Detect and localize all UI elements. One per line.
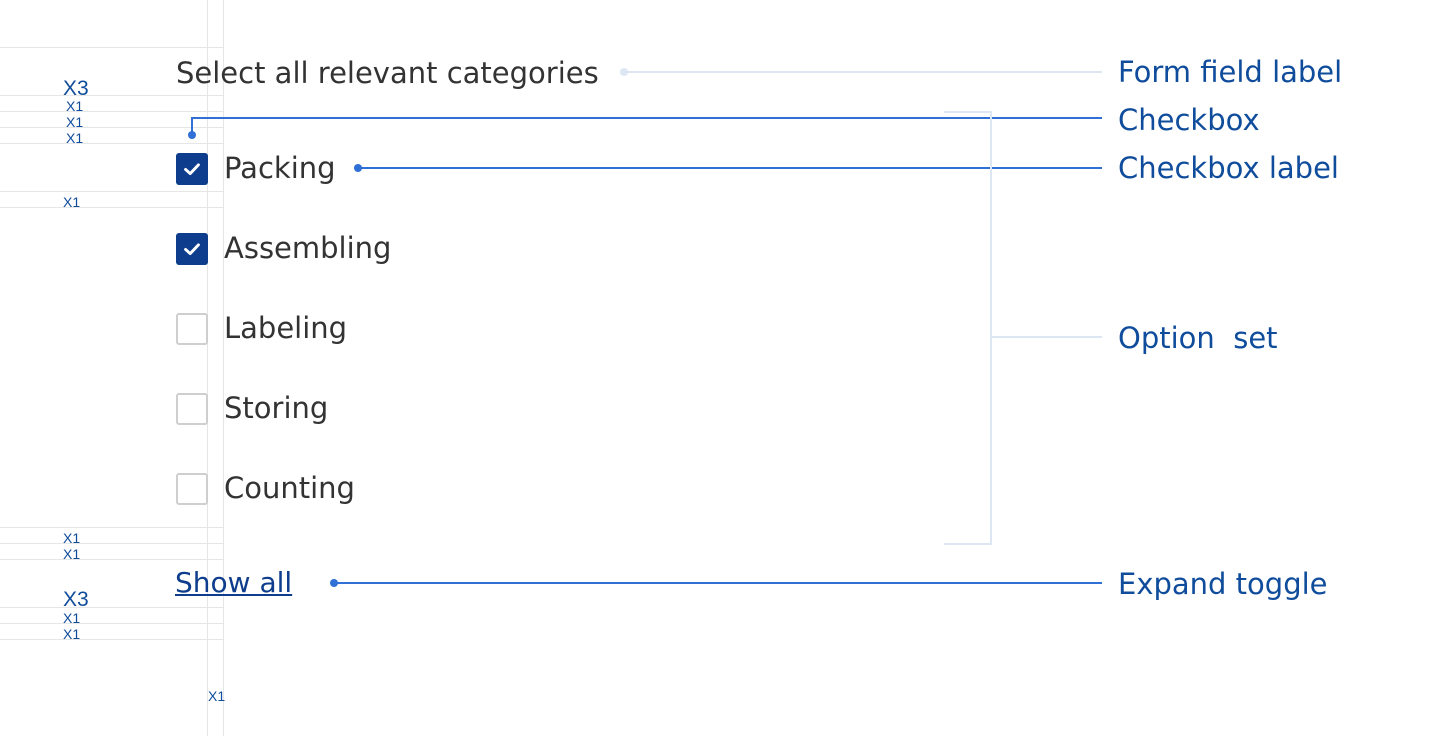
- annotation-checkbox-label: Checkbox label: [1118, 151, 1339, 185]
- checkbox-option-storing[interactable]: Storing: [176, 392, 328, 425]
- checkbox-option-counting[interactable]: Counting: [176, 472, 355, 505]
- horizontal-guide: [0, 607, 224, 608]
- check-icon: [184, 242, 200, 255]
- horizontal-guide: [0, 95, 224, 96]
- option-set-bracket: [944, 111, 992, 113]
- horizontal-guide: [0, 47, 224, 48]
- option-set-bracket: [944, 543, 992, 545]
- checkbox[interactable]: [176, 472, 208, 505]
- checkbox-option-labeling[interactable]: Labeling: [176, 312, 347, 345]
- checkbox[interactable]: [176, 152, 208, 185]
- show-all-link[interactable]: Show all: [175, 569, 292, 597]
- horizontal-guide: [0, 111, 224, 112]
- annotation-expand-toggle: Expand toggle: [1118, 567, 1328, 601]
- spacing-tag: X1: [66, 98, 84, 114]
- option-set-bracket: [990, 111, 992, 545]
- spacing-tag: X1: [63, 194, 81, 210]
- checkbox-label: Packing: [224, 151, 336, 185]
- horizontal-guide: [0, 143, 224, 144]
- horizontal-guide: [0, 527, 224, 528]
- checkbox-label: Storing: [224, 391, 329, 425]
- spacing-tag: X1: [208, 688, 226, 704]
- check-icon: [184, 162, 200, 175]
- checkbox-label: Assembling: [224, 231, 392, 265]
- spacing-tag: X3: [63, 77, 89, 100]
- spacing-tag: X1: [66, 130, 84, 146]
- annotation-option-set: Option set: [1118, 321, 1278, 355]
- callout-line: [191, 118, 193, 135]
- checkbox-label: Labeling: [224, 311, 348, 345]
- horizontal-guide: [0, 559, 224, 560]
- annotation-checkbox: Checkbox: [1118, 103, 1260, 137]
- checkbox-group-anatomy: X3 X1 X1 X1 X1 X1 X1 X3 X1 X1 X1 Select …: [0, 0, 1440, 736]
- checkbox-option-packing[interactable]: Packing: [176, 152, 336, 185]
- checkbox[interactable]: [176, 392, 208, 425]
- form-field-label: Select all relevant categories: [176, 56, 599, 90]
- spacing-tag: X1: [63, 546, 81, 562]
- horizontal-guide: [0, 639, 224, 640]
- spacing-tag: X3: [63, 588, 89, 611]
- spacing-tag: X1: [63, 610, 81, 626]
- option-set-bracket: [992, 336, 1102, 338]
- spacing-tag: X1: [66, 114, 84, 130]
- callout-line: [191, 117, 1102, 119]
- annotation-form-field-label: Form field label: [1118, 55, 1343, 89]
- horizontal-guide: [0, 207, 224, 208]
- checkbox-option-assembling[interactable]: Assembling: [176, 232, 391, 265]
- checkbox-label: Counting: [224, 471, 355, 505]
- spacing-tag: X1: [63, 626, 81, 642]
- callout-line: [624, 71, 1102, 73]
- checkbox[interactable]: [176, 312, 208, 345]
- checkbox[interactable]: [176, 232, 208, 265]
- horizontal-guide: [0, 623, 224, 624]
- horizontal-guide: [0, 191, 224, 192]
- horizontal-guide: [0, 543, 224, 544]
- spacing-tag: X1: [63, 530, 81, 546]
- callout-line: [334, 582, 1102, 584]
